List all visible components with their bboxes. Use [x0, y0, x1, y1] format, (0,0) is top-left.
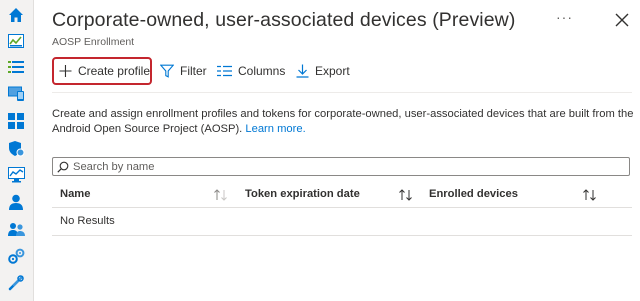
- more-options-button[interactable]: ···: [556, 9, 573, 25]
- create-profile-button[interactable]: Create profile: [52, 57, 152, 85]
- plus-icon: [59, 64, 72, 78]
- close-icon[interactable]: [614, 12, 630, 28]
- troubleshooting-icon[interactable]: [7, 274, 25, 292]
- divider: [52, 92, 632, 93]
- sort-icon[interactable]: [582, 188, 598, 202]
- search-icon: [57, 161, 69, 173]
- tenant-administration-icon[interactable]: [7, 247, 25, 265]
- table-header: Name Token expiration date Enrolled devi…: [52, 183, 632, 208]
- page-subtitle: AOSP Enrollment: [52, 36, 135, 48]
- filter-icon: [160, 64, 174, 78]
- page-description: Create and assign enrollment profiles an…: [52, 107, 637, 137]
- sort-icon[interactable]: [213, 188, 229, 202]
- filter-button[interactable]: Filter: [160, 57, 207, 85]
- table-row: No Results: [52, 208, 632, 236]
- apps-icon[interactable]: [7, 112, 25, 130]
- export-label: Export: [315, 64, 350, 78]
- search-placeholder: Search by name: [73, 160, 155, 173]
- groups-icon[interactable]: [7, 220, 25, 238]
- all-services-icon[interactable]: [7, 58, 25, 76]
- command-bar: Create profile Filter Columns Export: [52, 57, 640, 85]
- page-title: Corporate-owned, user-associated devices…: [52, 9, 516, 31]
- reports-icon[interactable]: [7, 166, 25, 184]
- sort-icon[interactable]: [398, 188, 414, 202]
- endpoint-security-icon[interactable]: [7, 139, 25, 157]
- left-nav-rail: [0, 0, 34, 301]
- main-content: Corporate-owned, user-associated devices…: [52, 0, 640, 301]
- learn-more-link[interactable]: Learn more.: [245, 123, 305, 135]
- filter-label: Filter: [180, 64, 207, 78]
- column-header-name[interactable]: Name: [60, 188, 90, 200]
- columns-label: Columns: [238, 64, 286, 78]
- home-icon[interactable]: [7, 6, 25, 24]
- dashboard-icon[interactable]: [7, 32, 25, 50]
- empty-results-text: No Results: [60, 215, 115, 227]
- create-profile-label: Create profile: [77, 64, 150, 78]
- columns-button[interactable]: Columns: [217, 57, 285, 85]
- users-icon[interactable]: [7, 193, 25, 211]
- devices-icon[interactable]: [7, 85, 25, 103]
- column-header-token-expiration[interactable]: Token expiration date: [245, 188, 360, 200]
- search-input[interactable]: Search by name: [52, 157, 630, 176]
- download-icon: [296, 64, 309, 78]
- description-text: Create and assign enrollment profiles an…: [52, 108, 634, 135]
- columns-icon: [217, 65, 232, 77]
- column-header-enrolled-devices[interactable]: Enrolled devices: [429, 188, 518, 200]
- export-button[interactable]: Export: [296, 57, 350, 85]
